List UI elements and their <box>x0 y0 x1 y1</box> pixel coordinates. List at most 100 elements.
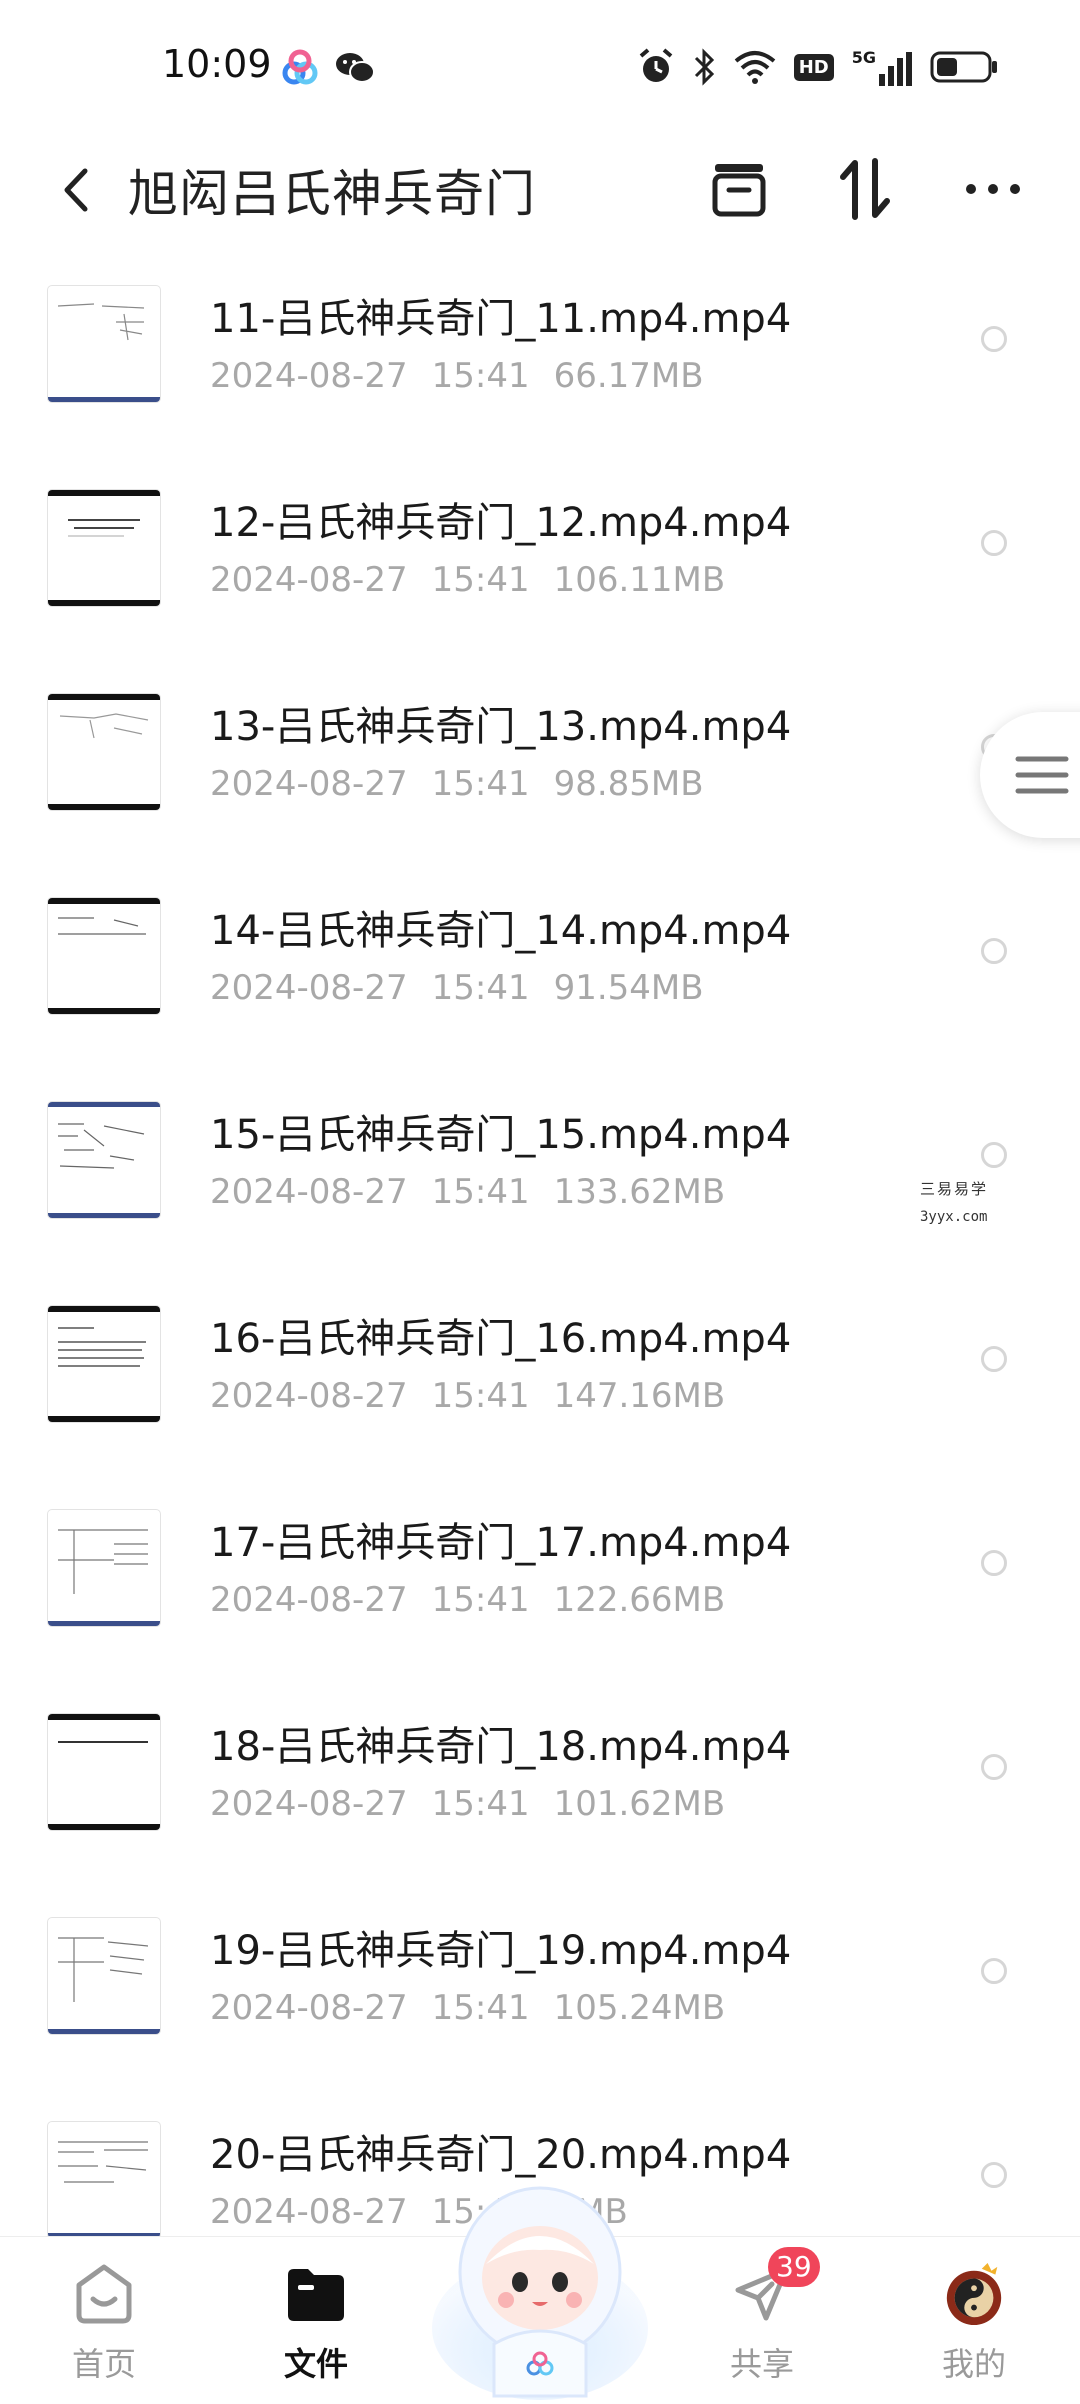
alarm-icon <box>638 48 674 86</box>
file-date: 2024-08-27 <box>210 1784 408 1824</box>
battery-icon <box>930 50 1000 84</box>
5g-signal-icon: 5G <box>852 48 912 86</box>
nav-files[interactable]: 文件 <box>236 2237 396 2401</box>
select-radio[interactable] <box>981 2162 1007 2188</box>
file-meta: 2024-08-27 15:41 105.24MB <box>210 1988 749 2028</box>
file-meta: 2024-08-27 15:41 101.62MB <box>210 1784 749 1824</box>
select-radio[interactable] <box>981 1958 1007 1984</box>
file-date: 2024-08-27 <box>210 1988 408 2028</box>
bluetooth-icon <box>692 48 716 86</box>
file-meta: 2024-08-27 15:41 98.85MB <box>210 764 728 804</box>
file-date: 2024-08-27 <box>210 1376 408 1416</box>
file-time: 15:41 <box>431 1376 530 1416</box>
file-name: 15-吕氏神兵奇门_15.mp4.mp4 <box>210 1112 792 1158</box>
file-meta: 2024-08-27 15:41 66.17MB <box>210 356 728 396</box>
nav-home-label: 首页 <box>71 2345 136 2383</box>
file-row[interactable]: 19-吕氏神兵奇门_19.mp4.mp4 2024-08-27 15:41 105.… <box>0 1882 1080 2086</box>
wechat-icon <box>334 48 376 92</box>
file-date: 2024-08-27 <box>210 356 408 396</box>
file-name: 14-吕氏神兵奇门_14.mp4.mp4 <box>210 908 792 954</box>
file-date: 2024-08-27 <box>210 1580 408 1620</box>
file-row[interactable]: 16-吕氏神兵奇门_16.mp4.mp4 2024-08-27 15:41 147.… <box>0 1270 1080 1474</box>
file-row[interactable]: 15-吕氏神兵奇门_15.mp4.mp4 2024-08-27 15:41 133.… <box>0 1066 1080 1270</box>
sort-button[interactable] <box>820 144 910 234</box>
file-name: 17-吕氏神兵奇门_17.mp4.mp4 <box>210 1520 792 1566</box>
file-date: 2024-08-27 <box>210 1172 408 1212</box>
file-size: 101.62MB <box>553 1784 726 1824</box>
file-time: 15:41 <box>431 1784 530 1824</box>
status-icons: HD 5G <box>638 48 1000 86</box>
share-badge: 39 <box>768 2247 820 2287</box>
video-thumbnail <box>48 490 160 606</box>
back-button[interactable] <box>40 150 110 230</box>
mascot-icon <box>432 2186 648 2400</box>
file-name: 18-吕氏神兵奇门_18.mp4.mp4 <box>210 1724 792 1770</box>
file-size: 122.66MB <box>553 1580 726 1620</box>
nav-profile[interactable]: 我的 <box>894 2237 1054 2401</box>
file-size: 105.24MB <box>553 1988 726 2028</box>
select-radio[interactable] <box>981 530 1007 556</box>
home-icon <box>71 2261 137 2327</box>
file-row[interactable]: 12-吕氏神兵奇门_12.mp4.mp4 2024-08-27 15:41 106.… <box>0 454 1080 658</box>
sort-icon <box>840 158 890 220</box>
file-meta: 2024-08-27 15:41 106.11MB <box>210 560 749 600</box>
network-label: 5G <box>851 48 876 67</box>
file-time: 15:41 <box>431 356 530 396</box>
select-radio[interactable] <box>981 1550 1007 1576</box>
file-row[interactable]: 14-吕氏神兵奇门_14.mp4.mp4 2024-08-27 15:41 91.5… <box>0 862 1080 1066</box>
file-meta: 2024-08-27 15:41 91.54MB <box>210 968 728 1008</box>
file-row[interactable]: 13-吕氏神兵奇门_13.mp4.mp4 2024-08-27 15:41 98.8… <box>0 658 1080 862</box>
more-icon <box>966 184 1020 194</box>
select-radio[interactable] <box>981 938 1007 964</box>
watermark-title: 三易易学 <box>920 1180 989 1198</box>
file-time: 15:41 <box>431 968 530 1008</box>
file-time: 15:41 <box>431 1172 530 1212</box>
file-size: 106.11MB <box>553 560 726 600</box>
video-thumbnail <box>48 1918 160 2034</box>
profile-avatar-icon <box>941 2261 1007 2327</box>
menu-lines-icon <box>1015 756 1069 794</box>
file-size: 91.54MB <box>553 968 704 1008</box>
file-row[interactable]: 17-吕氏神兵奇门_17.mp4.mp4 2024-08-27 15:41 122.… <box>0 1474 1080 1678</box>
file-time: 15:41 <box>431 1580 530 1620</box>
file-time: 15:41 <box>431 764 530 804</box>
wifi-icon <box>734 50 776 84</box>
mascot-assistant-button[interactable] <box>428 2168 652 2400</box>
inbox-icon <box>712 164 766 217</box>
file-row[interactable]: 11-吕氏神兵奇门_11.mp4.mp4 2024-08-27 15:41 66.1… <box>0 250 1080 454</box>
nav-share-label: 共享 <box>729 2345 794 2383</box>
video-thumbnail <box>48 2122 160 2238</box>
video-thumbnail <box>48 694 160 810</box>
nav-share[interactable]: 39 共享 <box>682 2237 842 2401</box>
watermark-url: 3yyx.com <box>920 1209 988 1225</box>
file-name: 13-吕氏神兵奇门_13.mp4.mp4 <box>210 704 792 750</box>
file-date: 2024-08-27 <box>210 764 408 804</box>
file-meta: 2024-08-27 15:41 122.66MB <box>210 1580 749 1620</box>
file-meta: 2024-08-27 15:41 133.62MB <box>210 1172 749 1212</box>
file-date: 2024-08-27 <box>210 968 408 1008</box>
select-radio[interactable] <box>981 1346 1007 1372</box>
video-thumbnail <box>48 1306 160 1422</box>
more-button[interactable] <box>948 144 1038 234</box>
file-name: 16-吕氏神兵奇门_16.mp4.mp4 <box>210 1316 792 1362</box>
file-name: 12-吕氏神兵奇门_12.mp4.mp4 <box>210 500 792 546</box>
select-radio[interactable] <box>981 326 1007 352</box>
nav-home[interactable]: 首页 <box>24 2237 184 2401</box>
video-thumbnail <box>48 898 160 1014</box>
file-row[interactable]: 18-吕氏神兵奇门_18.mp4.mp4 2024-08-27 15:41 101.… <box>0 1678 1080 1882</box>
file-size: 147.16MB <box>553 1376 726 1416</box>
chevron-left-icon <box>64 168 88 212</box>
file-name: 11-吕氏神兵奇门_11.mp4.mp4 <box>210 296 792 342</box>
file-size: 66.17MB <box>553 356 704 396</box>
file-size: 98.85MB <box>553 764 704 804</box>
video-thumbnail <box>48 1102 160 1218</box>
inbox-button[interactable] <box>694 144 784 234</box>
nav-files-label: 文件 <box>283 2345 348 2383</box>
status-bar: 10:09 HD 5G <box>0 0 1080 130</box>
watermark: 三易易学 3yyx.com <box>920 1178 1010 1225</box>
video-thumbnail <box>48 1510 160 1626</box>
file-meta: 2024-08-27 15:41 147.16MB <box>210 1376 749 1416</box>
select-radio[interactable] <box>981 1142 1007 1168</box>
select-radio[interactable] <box>981 1754 1007 1780</box>
hd-icon: HD <box>793 53 834 81</box>
